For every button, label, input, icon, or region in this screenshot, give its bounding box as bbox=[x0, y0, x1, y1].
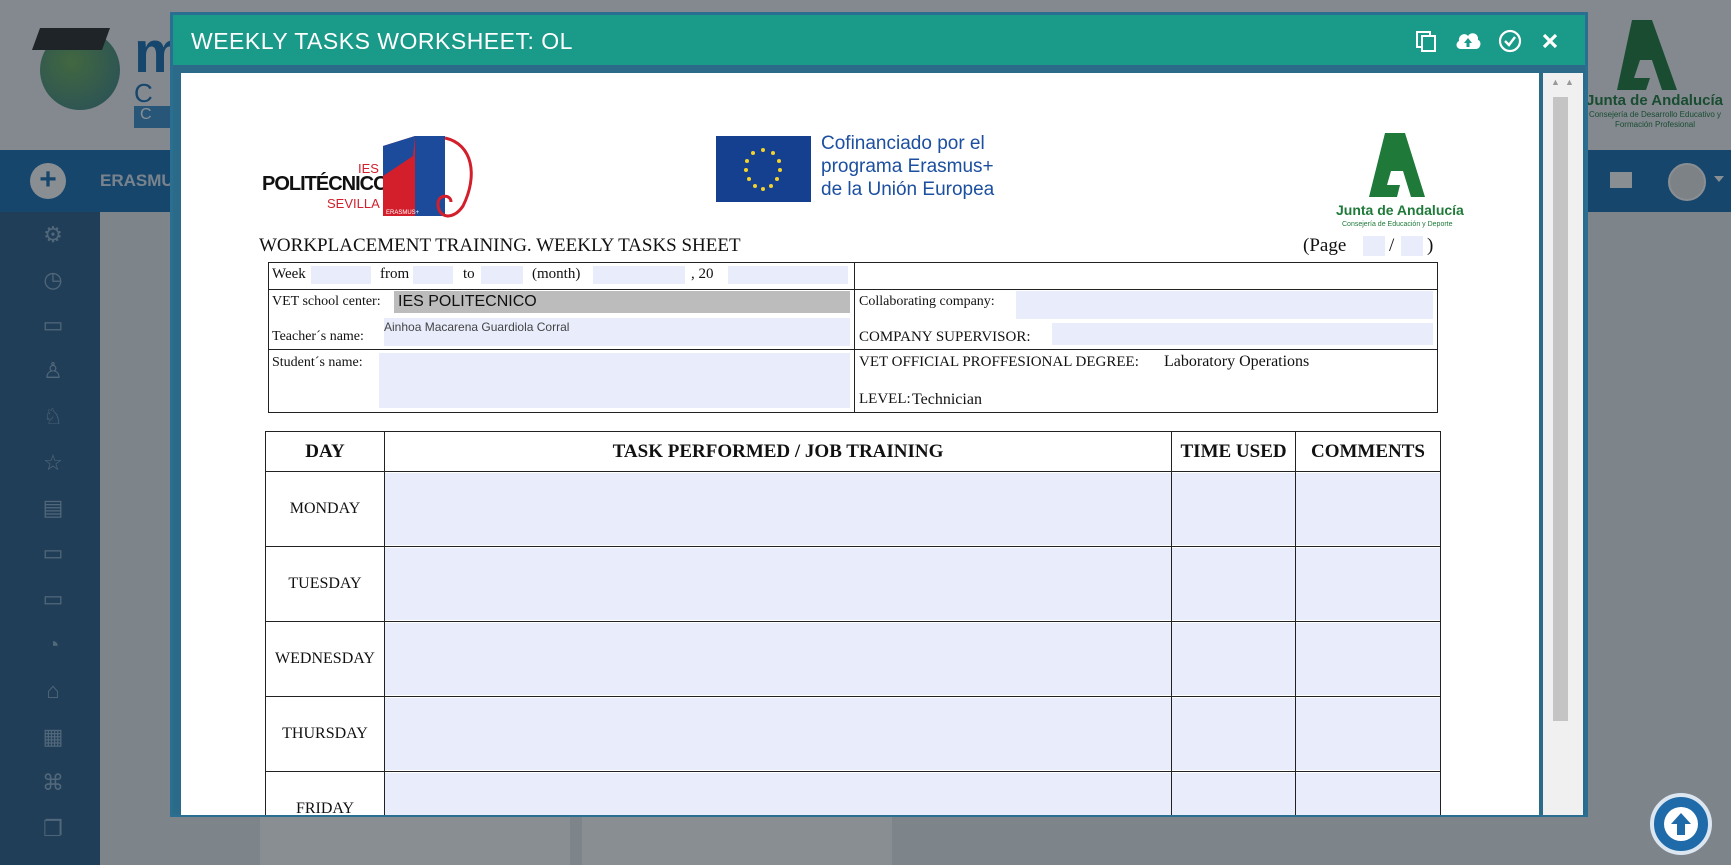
page-label: (Page bbox=[1303, 235, 1347, 256]
arrow-up-icon bbox=[1664, 807, 1698, 841]
year-field[interactable] bbox=[728, 266, 848, 284]
erasmus-caption: Cofinanciado por el programa Erasmus+ de… bbox=[821, 132, 994, 201]
ies-logo-main: POLITÉCNICO bbox=[262, 173, 389, 195]
student-name-label: Student´s name: bbox=[272, 355, 363, 370]
column-header: TIME USED bbox=[1171, 431, 1297, 472]
rule bbox=[1437, 262, 1438, 413]
erasmus-caption-line: programa Erasmus+ bbox=[821, 156, 994, 177]
column-header: COMMENTS bbox=[1295, 431, 1441, 472]
teacher-name-label: Teacher´s name: bbox=[272, 329, 364, 344]
table-row: THURSDAY bbox=[265, 696, 1441, 772]
junta-andalucia-logo-icon bbox=[1369, 133, 1425, 197]
to-label: to bbox=[463, 266, 475, 282]
table-row: MONDAY bbox=[265, 471, 1441, 547]
modal-title: WEEKLY TASKS WORKSHEET: OL bbox=[191, 28, 573, 54]
close-icon[interactable] bbox=[1535, 26, 1565, 56]
to-date-field[interactable] bbox=[481, 266, 523, 284]
comments-field[interactable] bbox=[1295, 471, 1441, 547]
vet-school-value: IES POLITECNICO bbox=[398, 293, 537, 310]
worksheet-heading: WORKPLACEMENT TRAINING. WEEKLY TASKS SHE… bbox=[259, 235, 741, 256]
rule bbox=[268, 349, 1438, 350]
level-value: Technician bbox=[912, 391, 982, 408]
time-used-field[interactable] bbox=[1171, 471, 1297, 547]
page-number-field[interactable] bbox=[1363, 236, 1385, 256]
cloud-upload-icon[interactable] bbox=[1453, 26, 1483, 56]
scroll-up-icon[interactable]: ▲ bbox=[1551, 77, 1560, 87]
page-total-field[interactable] bbox=[1401, 236, 1423, 256]
time-used-field[interactable] bbox=[1171, 771, 1297, 815]
worksheet-document: IES POLITÉCNICO SEVILLA ERASMUS+ Cofinan… bbox=[181, 73, 1539, 815]
erasmus-caption-line: Cofinanciado por el bbox=[821, 133, 985, 154]
day-label: TUESDAY bbox=[265, 546, 385, 622]
collab-company-field[interactable] bbox=[1016, 291, 1433, 319]
rule bbox=[268, 262, 1438, 263]
vet-school-field[interactable]: IES POLITECNICO bbox=[394, 291, 850, 313]
scroll-to-top-button[interactable] bbox=[1650, 793, 1712, 855]
scrollbar-thumb[interactable] bbox=[1553, 97, 1568, 721]
company-supervisor-label: COMPANY SUPERVISOR: bbox=[859, 329, 1031, 345]
ies-logo-bottom: SEVILLA bbox=[327, 196, 380, 211]
day-label: FRIDAY bbox=[265, 771, 385, 815]
time-used-field[interactable] bbox=[1171, 546, 1297, 622]
table-row: TUESDAY bbox=[265, 546, 1441, 622]
vet-school-label: VET school center: bbox=[272, 294, 381, 309]
from-date-field[interactable] bbox=[413, 266, 453, 284]
erasmus-badge: ERASMUS+ bbox=[386, 210, 420, 216]
ies-politecnico-logo: IES POLITÉCNICO SEVILLA ERASMUS+ bbox=[262, 136, 482, 221]
degree-label: VET OFFICIAL PROFFESIONAL DEGREE: bbox=[859, 354, 1139, 370]
comments-field[interactable] bbox=[1295, 546, 1441, 622]
task-field[interactable] bbox=[383, 546, 1173, 622]
comments-field[interactable] bbox=[1295, 696, 1441, 772]
table-row: FRIDAY bbox=[265, 771, 1441, 815]
year-prefix: , 20 bbox=[691, 266, 714, 282]
table-header-row: DAY TASK PERFORMED / JOB TRAINING TIME U… bbox=[265, 431, 1441, 472]
degree-value: Laboratory Operations bbox=[1164, 353, 1310, 370]
weekly-tasks-table: DAY TASK PERFORMED / JOB TRAINING TIME U… bbox=[265, 431, 1441, 815]
comments-field[interactable] bbox=[1295, 771, 1441, 815]
rule bbox=[854, 262, 855, 413]
app-root: m C E C Junta de Andalucía Consejería de… bbox=[0, 0, 1731, 865]
student-name-field[interactable] bbox=[379, 353, 850, 408]
rule bbox=[268, 289, 1438, 290]
from-label: from bbox=[380, 266, 410, 282]
ies-emblem-icon: ERASMUS+ bbox=[383, 136, 473, 218]
collab-company-label: Collaborating company: bbox=[859, 294, 995, 309]
worksheet-modal: WEEKLY TASKS WORKSHEET: OL IES POLITÉCNI… bbox=[170, 12, 1588, 817]
page-close: ) bbox=[1427, 235, 1434, 256]
table-row: WEDNESDAY bbox=[265, 621, 1441, 697]
junta-logo-subtitle: Consejería de Educación y Deporte bbox=[1342, 221, 1453, 228]
month-label: (month) bbox=[532, 266, 581, 282]
rule bbox=[268, 262, 269, 413]
task-field[interactable] bbox=[383, 696, 1173, 772]
task-field[interactable] bbox=[383, 621, 1173, 697]
teacher-name-field[interactable]: Ainhoa Macarena Guardiola Corral bbox=[384, 318, 850, 346]
scroll-up-icon[interactable]: ▲ bbox=[1565, 77, 1574, 87]
column-header: DAY bbox=[265, 431, 385, 472]
day-label: THURSDAY bbox=[265, 696, 385, 772]
page-separator: / bbox=[1389, 235, 1395, 256]
time-used-field[interactable] bbox=[1171, 621, 1297, 697]
copy-icon[interactable] bbox=[1411, 26, 1441, 56]
task-field[interactable] bbox=[383, 471, 1173, 547]
erasmus-caption-line: de la Unión Europea bbox=[821, 179, 995, 200]
month-field[interactable] bbox=[593, 266, 685, 284]
week-label: Week bbox=[272, 266, 306, 282]
teacher-name-value: Ainhoa Macarena Guardiola Corral bbox=[384, 320, 570, 334]
week-number-field[interactable] bbox=[311, 266, 371, 284]
time-used-field[interactable] bbox=[1171, 696, 1297, 772]
day-label: MONDAY bbox=[265, 471, 385, 547]
day-label: WEDNESDAY bbox=[265, 621, 385, 697]
junta-logo-name: Junta de Andalucía bbox=[1336, 202, 1464, 218]
company-supervisor-field[interactable] bbox=[1052, 323, 1433, 345]
task-field[interactable] bbox=[383, 771, 1173, 815]
comments-field[interactable] bbox=[1295, 621, 1441, 697]
modal-header: WEEKLY TASKS WORKSHEET: OL bbox=[173, 15, 1585, 65]
column-header: TASK PERFORMED / JOB TRAINING bbox=[383, 431, 1173, 472]
level-label: LEVEL: bbox=[859, 391, 911, 407]
check-circle-icon[interactable] bbox=[1495, 26, 1525, 56]
rule bbox=[268, 412, 1438, 413]
eu-flag-icon bbox=[716, 136, 811, 202]
